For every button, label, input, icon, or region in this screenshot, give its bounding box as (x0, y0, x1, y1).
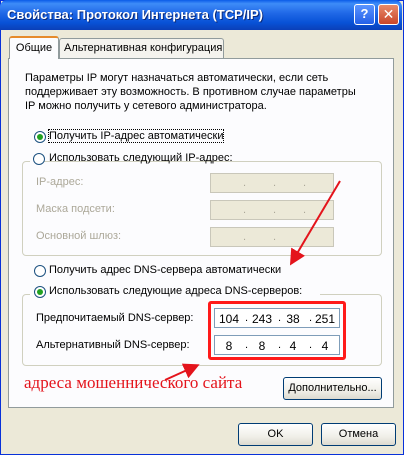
dns-manual-radio[interactable] (34, 286, 46, 298)
subnet-mask-field: ... (210, 200, 334, 220)
description-text: Параметры IP могут назначаться автоматич… (25, 72, 356, 112)
title-bar[interactable]: Свойства: Протокол Интернета (TCP/IP) ? … (0, 0, 402, 30)
dns-auto-radio[interactable] (34, 265, 46, 277)
dns-highlight-box (208, 301, 346, 360)
ip-manual-radio[interactable] (33, 153, 45, 165)
ip-auto-label[interactable]: Получить IP-адрес автоматически (47, 129, 225, 143)
cancel-button[interactable]: Отмена (321, 423, 396, 446)
tab-alternate-config[interactable]: Альтернативная конфигурация (59, 38, 224, 58)
ip-address-field: ... (210, 173, 334, 193)
dns-auto-label[interactable]: Получить адрес DNS-сервера автоматически (49, 264, 281, 276)
close-button[interactable]: ✕ (378, 4, 399, 25)
ip-auto-radio[interactable] (34, 131, 46, 143)
ip-manual-label[interactable]: Использовать следующий IP-адрес: (49, 152, 233, 164)
dns-manual-option[interactable]: Использовать следующие адреса DNS-сервер… (30, 284, 320, 300)
ip-address-label: IP-адрес: (36, 176, 84, 188)
dns-manual-label[interactable]: Использовать следующие адреса DNS-сервер… (49, 285, 302, 297)
tab-general[interactable]: Общие (9, 36, 59, 59)
default-gateway-field: ... (210, 227, 334, 247)
annotation-text: адреса мошеннического сайта (24, 373, 243, 392)
window-title: Свойства: Протокол Интернета (TCP/IP) (7, 7, 263, 22)
tab-alternate-label: Альтернативная конфигурация (64, 42, 223, 54)
alternate-dns-label: Альтернативный DNS-сервер: (36, 339, 190, 351)
ip-manual-option[interactable]: Использовать следующий IP-адрес: (30, 151, 233, 167)
advanced-button[interactable]: Дополнительно... (283, 377, 382, 400)
ok-button[interactable]: OK (238, 423, 313, 446)
tab-general-label: Общие (15, 42, 53, 54)
help-button[interactable]: ? (354, 4, 375, 25)
default-gateway-label: Основной шлюз: (36, 230, 122, 242)
subnet-mask-label: Маска подсети: (36, 203, 115, 215)
preferred-dns-label: Предпочитаемый DNS-сервер: (36, 312, 194, 324)
